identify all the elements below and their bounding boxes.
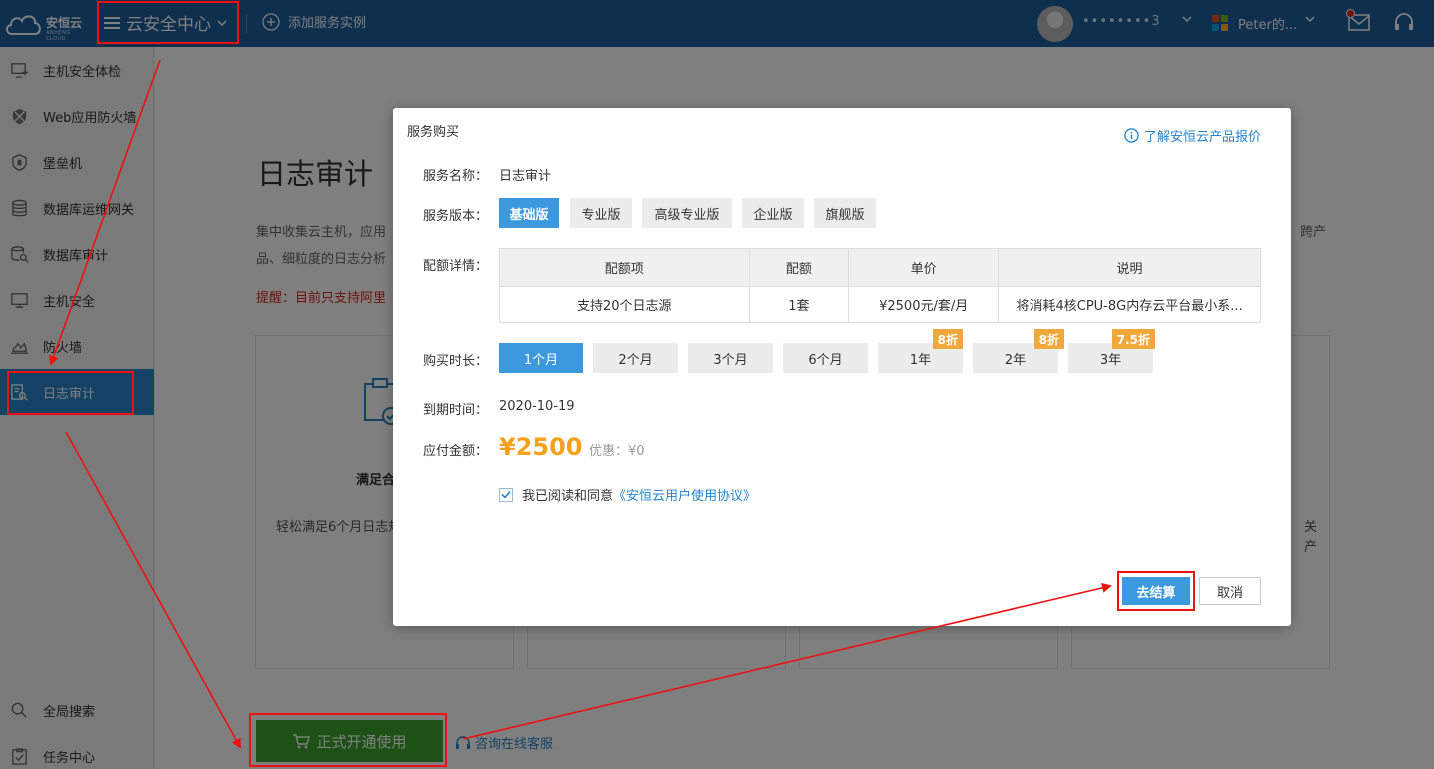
expire-label: 到期时间： (423, 403, 489, 418)
column-header: 说明 (998, 248, 1261, 287)
duration-option-label: 2年 (1004, 352, 1027, 368)
duration-option-label: 6个月 (808, 352, 843, 368)
price-info-label: 了解安恒云产品报价 (1143, 130, 1261, 145)
duration-option-1-month[interactable]: 1个月 (499, 343, 583, 373)
service-version-label: 服务版本： (423, 209, 489, 224)
column-header: 配额项 (499, 248, 750, 287)
discount-badge: 7.5折 (1111, 329, 1155, 349)
duration-option-2-months[interactable]: 2个月 (593, 343, 678, 373)
duration-option-label: 2个月 (618, 352, 653, 368)
discount-badge: 8折 (1033, 329, 1064, 349)
version-label: 旗舰版 (825, 207, 865, 223)
table-cell: 1套 (748, 286, 850, 323)
table-cell: ¥2500元/套/月 (848, 286, 1000, 323)
version-option-enterprise[interactable]: 企业版 (742, 198, 804, 228)
version-label: 企业版 (753, 207, 793, 223)
duration-option-6-months[interactable]: 6个月 (783, 343, 868, 373)
version-label: 高级专业版 (654, 207, 720, 223)
duration-label: 购买时长： (423, 354, 489, 369)
version-option-pro[interactable]: 专业版 (570, 198, 632, 228)
duration-option-label: 3个月 (713, 352, 748, 368)
cancel-button[interactable]: 取消 (1199, 577, 1261, 605)
checkmark-icon (501, 490, 511, 499)
version-option-advanced-pro[interactable]: 高级专业版 (642, 198, 732, 228)
version-label: 专业版 (581, 207, 621, 223)
column-header: 单价 (848, 248, 1000, 287)
discount-badge: 8折 (932, 329, 963, 349)
quota-table: 配额项 配额 单价 说明 支持20个日志源 1套 ¥2500元/套/月 将消耗4… (499, 248, 1261, 323)
expire-date: 2020-10-19 (499, 399, 575, 414)
quota-label: 配额详情： (423, 259, 489, 274)
duration-option-3-years[interactable]: 3年 7.5折 (1068, 329, 1155, 373)
agreement-row: 我已阅读和同意《安恒云用户使用协议》 (499, 485, 756, 504)
duration-option-3-months[interactable]: 3个月 (688, 343, 773, 373)
purchase-dialog: 服务购买 了解安恒云产品报价 服务名称： 日志审计 服务版本： 基础版 专业版 … (393, 108, 1291, 626)
version-option-basic[interactable]: 基础版 (499, 198, 559, 228)
table-header-row: 配额项 配额 单价 说明 (499, 248, 1261, 287)
duration-option-label: 1个月 (523, 352, 559, 368)
service-name-value: 日志审计 (499, 169, 552, 184)
service-name-label: 服务名称： (423, 169, 489, 184)
annotation-box-log-audit (7, 371, 134, 415)
column-header: 配额 (748, 248, 850, 287)
table-cell: 支持20个日志源 (499, 286, 750, 323)
duration-option-label: 1年 (909, 352, 932, 368)
agreement-label: 我已阅读和同意 (522, 489, 614, 504)
user-agreement-link[interactable]: 《安恒云用户使用协议》 (613, 489, 756, 504)
annotation-box-open-button (249, 713, 447, 767)
info-icon (1124, 128, 1139, 143)
agreement-checkbox[interactable] (499, 487, 513, 502)
agreement-text: 我已阅读和同意《安恒云用户使用协议》 (522, 485, 756, 504)
duration-option-label: 3年 (1099, 352, 1122, 368)
discount-amount: 优惠：¥0 (589, 444, 645, 459)
payable-amount: ¥2500 (499, 433, 583, 461)
annotation-box-product-menu (97, 1, 239, 44)
dialog-title: 服务购买 (407, 125, 460, 140)
version-label: 基础版 (509, 207, 549, 223)
price-info-link[interactable]: 了解安恒云产品报价 (1124, 126, 1261, 145)
duration-option-1-year[interactable]: 1年 8折 (878, 329, 963, 373)
table-row: 支持20个日志源 1套 ¥2500元/套/月 将消耗4核CPU-8G内存云平台最… (499, 286, 1261, 323)
annotation-box-checkout (1117, 571, 1195, 611)
table-cell: 将消耗4核CPU-8G内存云平台最小系... (998, 286, 1261, 323)
amount-label: 应付金额： (423, 444, 489, 459)
version-option-flagship[interactable]: 旗舰版 (814, 198, 876, 228)
duration-option-2-years[interactable]: 2年 8折 (973, 329, 1064, 373)
